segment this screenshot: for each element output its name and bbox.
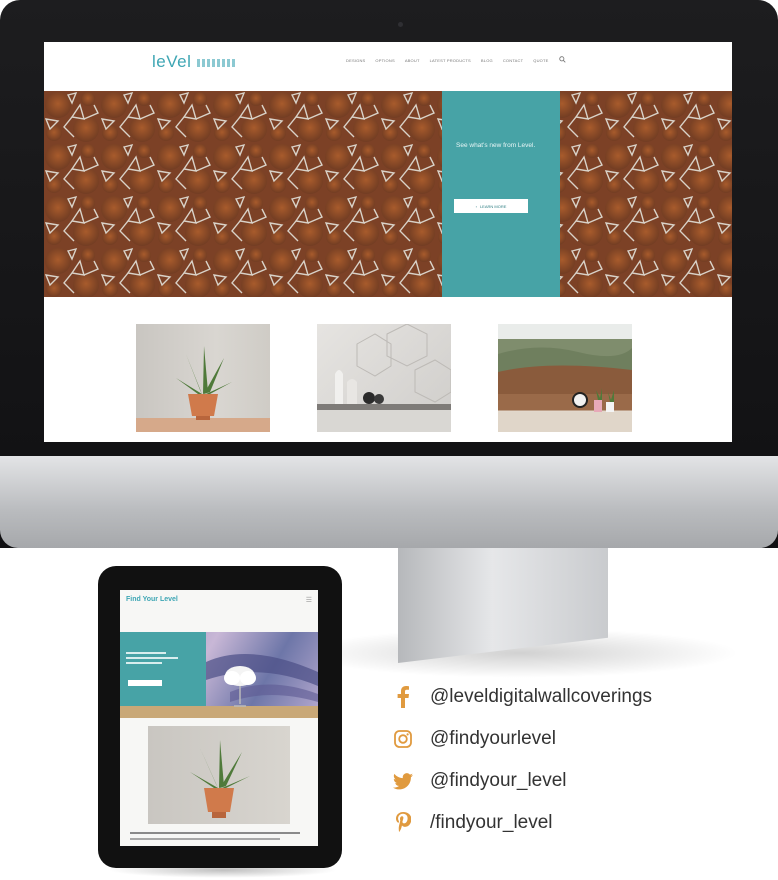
tablet-device: Find Your Level ☰ bbox=[98, 566, 342, 868]
main-nav: DESIGNS OPTIONS ABOUT LATEST PRODUCTS BL… bbox=[346, 56, 566, 65]
thumbnail-vases-shelf[interactable] bbox=[317, 324, 451, 432]
hero-headline: See what's new from Level. bbox=[456, 142, 536, 149]
hero-promo-panel: See what's new from Level. › LEARN MORE bbox=[442, 91, 560, 297]
instagram-handle: @findyourlevel bbox=[430, 728, 556, 749]
facebook-handle: @leveldigitalwallcoverings bbox=[430, 686, 653, 707]
desktop-website-screen: leVel DESIGNS OPTIONS ABOUT LATEST PRODU… bbox=[44, 42, 732, 442]
imac-chin bbox=[0, 456, 778, 548]
twitter-icon bbox=[388, 772, 418, 790]
geometric-wallcovering-pattern bbox=[44, 91, 732, 297]
nav-item-options[interactable]: OPTIONS bbox=[375, 58, 394, 65]
hero-banner: See what's new from Level. › LEARN MORE bbox=[44, 91, 732, 297]
tablet-caption-lines bbox=[130, 828, 308, 840]
learn-more-label: LEARN MORE bbox=[479, 203, 507, 209]
nav-item-quote[interactable]: QUOTE bbox=[533, 58, 548, 65]
tablet-hero-floor bbox=[120, 706, 318, 718]
nav-item-blog[interactable]: BLOG bbox=[481, 58, 493, 65]
pinterest-handle: /findyour_level bbox=[430, 812, 553, 833]
imac-monitor: leVel DESIGNS OPTIONS ABOUT LATEST PRODU… bbox=[0, 0, 778, 548]
thumbnail-plant-concrete[interactable] bbox=[136, 324, 270, 432]
tablet-succulent-plant bbox=[190, 740, 250, 818]
social-row-instagram[interactable]: @findyourlevel bbox=[388, 724, 556, 754]
facebook-icon bbox=[388, 686, 418, 708]
landscape-mural-image bbox=[498, 347, 632, 432]
tablet-learn-more-button[interactable] bbox=[128, 680, 162, 686]
camera-dot bbox=[398, 22, 403, 27]
instagram-icon bbox=[388, 730, 418, 748]
tablet-hero-banner bbox=[120, 632, 318, 718]
tablet-website-screen: Find Your Level ☰ bbox=[120, 590, 318, 846]
logo-tagline bbox=[197, 59, 237, 67]
nav-item-latest-products[interactable]: LATEST PRODUCTS bbox=[430, 58, 471, 65]
tablet-site-title[interactable]: Find Your Level bbox=[126, 596, 178, 603]
nav-item-contact[interactable]: CONTACT bbox=[503, 58, 523, 65]
hamburger-menu-icon[interactable]: ☰ bbox=[306, 596, 312, 604]
learn-more-button[interactable]: › LEARN MORE bbox=[454, 199, 528, 213]
tablet-plant-image[interactable] bbox=[148, 726, 290, 824]
nav-item-about[interactable]: ABOUT bbox=[405, 58, 420, 65]
site-logo[interactable]: leVel bbox=[152, 52, 191, 72]
arrow-right-icon: › bbox=[475, 203, 477, 209]
nav-item-designs[interactable]: DESIGNS bbox=[346, 58, 365, 65]
twitter-handle: @findyour_level bbox=[430, 770, 567, 791]
pinterest-icon bbox=[388, 812, 418, 834]
social-row-pinterest[interactable]: /findyour_level bbox=[388, 808, 553, 838]
vases-on-shelf-image bbox=[317, 324, 451, 432]
tablet-hero-text bbox=[126, 652, 186, 664]
search-icon[interactable] bbox=[558, 56, 566, 65]
social-row-facebook[interactable]: @leveldigitalwallcoverings bbox=[388, 682, 652, 712]
cloud-lamp-image bbox=[224, 666, 256, 707]
site-header: leVel DESIGNS OPTIONS ABOUT LATEST PRODU… bbox=[44, 42, 732, 86]
social-row-twitter[interactable]: @findyour_level bbox=[388, 766, 567, 796]
thumbnail-landscape-clock[interactable] bbox=[498, 324, 632, 432]
succulent-plant-image bbox=[136, 346, 270, 432]
